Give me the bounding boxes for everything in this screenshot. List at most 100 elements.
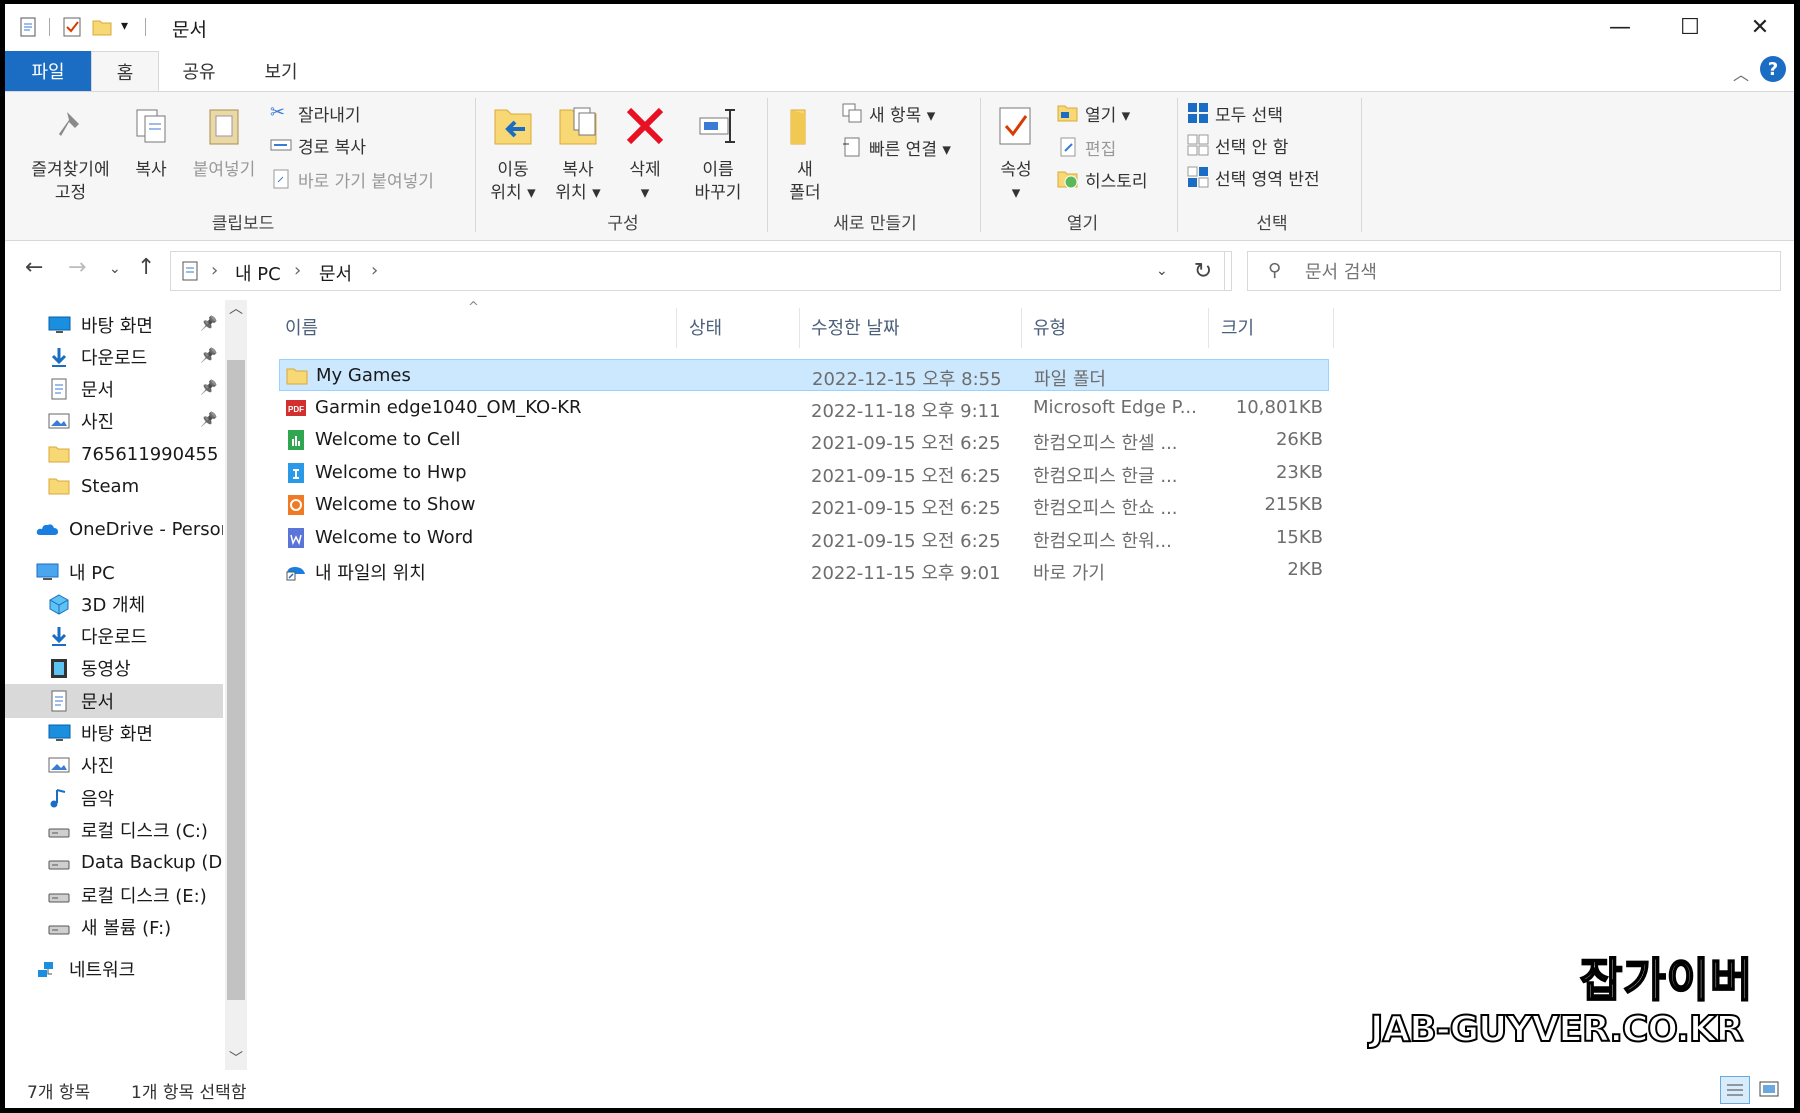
file-row[interactable]: Welcome to Hwp 2021-09-15 오전 6:25 한컴오피스 한글… bbox=[279, 457, 1329, 489]
nav-item-document[interactable]: 문서 bbox=[47, 372, 223, 406]
address-bar[interactable]: › 내 PC › 문서 › ⌄ bbox=[170, 251, 1225, 291]
pin-icon[interactable]: 📌 bbox=[200, 380, 217, 396]
paste-button[interactable]: 붙여넣기 bbox=[183, 104, 265, 182]
nav-item-pc[interactable]: 내 PC bbox=[35, 555, 223, 589]
copy-to-button[interactable]: 복사 위치 ▾ bbox=[547, 104, 609, 205]
breadcrumb-separator-icon[interactable]: › bbox=[371, 260, 378, 281]
nav-item-drive[interactable]: 로컬 디스크 (E:) bbox=[47, 878, 223, 912]
nav-item-label: Data Backup (D:) bbox=[81, 851, 223, 873]
paste-shortcut-button[interactable]: 바로 가기 붙여넣기 bbox=[270, 166, 434, 192]
rename-button[interactable]: 이름 바꾸기 bbox=[685, 104, 751, 205]
file-row[interactable]: My Games 2022-12-15 오후 8:55 파일 폴더 bbox=[279, 359, 1329, 391]
large-icons-view-icon[interactable] bbox=[1755, 1076, 1785, 1104]
nav-item-download[interactable]: 다운로드 bbox=[47, 340, 223, 374]
new-folder-icon[interactable] bbox=[91, 16, 113, 38]
new-folder-button[interactable]: 새 폴더 bbox=[775, 104, 835, 205]
new-item-button[interactable]: 새 항목 ▾ bbox=[841, 100, 935, 126]
nav-item-download[interactable]: 다운로드 bbox=[47, 619, 223, 653]
column-divider[interactable] bbox=[676, 308, 677, 348]
nav-item-music[interactable]: 음악 bbox=[47, 781, 223, 815]
quick-access-dropdown-icon[interactable]: ▾ bbox=[121, 18, 143, 40]
nav-item-label: 사진 bbox=[81, 756, 115, 777]
column-header-modified[interactable]: 수정한 날짜 bbox=[811, 314, 900, 340]
download-icon bbox=[51, 627, 67, 646]
nav-item-drive[interactable]: 새 볼륨 (F:) bbox=[47, 910, 223, 944]
column-header-size[interactable]: 크기 bbox=[1221, 314, 1254, 340]
tab-home[interactable]: 홈 bbox=[91, 51, 159, 92]
navigation-pane-scrollbar[interactable]: ︿ ﹀ bbox=[225, 300, 247, 1070]
back-arrow-icon[interactable]: ← bbox=[25, 255, 43, 280]
recent-locations-chevron-icon[interactable]: ⌄ bbox=[109, 261, 121, 277]
column-divider[interactable] bbox=[1333, 308, 1334, 348]
breadcrumb-my-pc[interactable]: 내 PC bbox=[235, 260, 281, 286]
select-none-button[interactable]: 선택 안 함 bbox=[1187, 132, 1288, 158]
file-row[interactable]: 내 파일의 위치 2022-11-15 오후 9:01 바로 가기 2KB bbox=[279, 554, 1329, 586]
search-box[interactable]: ⚲ bbox=[1247, 251, 1781, 291]
column-header-type[interactable]: 유형 bbox=[1033, 314, 1066, 340]
pin-icon[interactable]: 📌 bbox=[200, 316, 217, 332]
nav-item-desktop[interactable]: 바탕 화면 bbox=[47, 716, 223, 750]
pin-icon[interactable]: 📌 bbox=[200, 348, 217, 364]
column-header-status[interactable]: 상태 bbox=[689, 314, 722, 340]
copy-button[interactable]: 복사 bbox=[123, 104, 179, 182]
file-row[interactable]: Welcome to Cell 2021-09-15 오전 6:25 한컴오피스 한… bbox=[279, 424, 1329, 456]
nav-item-label: Steam bbox=[81, 475, 140, 497]
pin-to-quick-access-button[interactable]: 즐겨찾기에 고정 bbox=[13, 104, 128, 205]
properties-button[interactable]: 속성 ▾ bbox=[990, 104, 1042, 205]
nav-item-onedrive[interactable]: OneDrive - Personal bbox=[35, 512, 223, 546]
tab-share[interactable]: 공유 bbox=[159, 51, 239, 91]
nav-item-desktop[interactable]: 바탕 화면 bbox=[47, 308, 223, 342]
pin-icon[interactable]: 📌 bbox=[200, 412, 217, 428]
file-name: Welcome to Cell bbox=[315, 429, 461, 450]
move-to-button[interactable]: 이동 위치 ▾ bbox=[483, 104, 543, 205]
column-divider[interactable] bbox=[1208, 308, 1209, 348]
properties-check-icon[interactable] bbox=[61, 16, 83, 38]
maximize-button[interactable]: ☐ bbox=[1655, 4, 1725, 50]
nav-item-video[interactable]: 동영상 bbox=[47, 651, 223, 685]
breadcrumb-separator-icon[interactable]: › bbox=[294, 260, 301, 281]
file-row[interactable]: Welcome to Word 2021-09-15 오전 6:25 한컴오피스 한… bbox=[279, 522, 1329, 554]
delete-x-icon bbox=[626, 107, 664, 145]
easy-access-button[interactable]: 빠른 연결 ▾ bbox=[841, 134, 951, 160]
search-input[interactable] bbox=[1303, 258, 1767, 286]
nav-item-folder[interactable]: Steam bbox=[47, 469, 223, 503]
select-all-button[interactable]: 모두 선택 bbox=[1187, 100, 1283, 126]
nav-item-drive[interactable]: Data Backup (D:) bbox=[47, 845, 223, 879]
column-divider[interactable] bbox=[799, 308, 800, 348]
nav-item-drive[interactable]: 로컬 디스크 (C:) bbox=[47, 813, 223, 847]
refresh-icon[interactable]: ↻ bbox=[1175, 251, 1232, 291]
address-dropdown-chevron-icon[interactable]: ⌄ bbox=[1156, 263, 1168, 279]
scroll-up-arrow-icon[interactable]: ︿ bbox=[229, 298, 243, 318]
column-divider[interactable] bbox=[1021, 308, 1022, 348]
details-view-icon[interactable] bbox=[1720, 1076, 1750, 1104]
file-row[interactable]: PDF Garmin edge1040_OM_KO-KR 2022-11-18 오후… bbox=[279, 392, 1329, 424]
collapse-ribbon-icon[interactable]: ︿ bbox=[1733, 61, 1749, 85]
nav-item-document[interactable]: 문서 bbox=[5, 684, 223, 718]
minimize-button[interactable]: — bbox=[1585, 4, 1655, 50]
file-row[interactable]: Welcome to Show 2021-09-15 오전 6:25 한컴오피스 한… bbox=[279, 489, 1329, 521]
tab-view[interactable]: 보기 bbox=[239, 51, 323, 91]
column-header-name[interactable]: 이름 bbox=[285, 314, 318, 340]
nav-item-folder[interactable]: 765611990455 bbox=[47, 437, 223, 471]
invert-selection-button[interactable]: 선택 영역 반전 bbox=[1187, 164, 1320, 190]
breadcrumb-separator-icon[interactable]: › bbox=[211, 260, 218, 281]
up-arrow-icon[interactable]: ↑ bbox=[137, 255, 155, 280]
scroll-down-arrow-icon[interactable]: ﹀ bbox=[229, 1048, 243, 1068]
nav-item-network[interactable]: 네트워크 bbox=[35, 952, 223, 986]
document-icon[interactable] bbox=[17, 16, 39, 38]
nav-item-picture[interactable]: 사진 bbox=[47, 748, 223, 782]
edit-button[interactable]: 편집 bbox=[1057, 134, 1116, 160]
nav-item-picture[interactable]: 사진 bbox=[47, 404, 223, 438]
nav-item-3d-objects[interactable]: 3D 개체 bbox=[47, 587, 223, 621]
tab-file[interactable]: 파일 bbox=[5, 51, 91, 91]
history-button[interactable]: 히스토리 bbox=[1057, 166, 1148, 192]
cut-button[interactable]: ✂ 잘라내기 bbox=[270, 100, 361, 126]
copy-path-button[interactable]: 경로 복사 bbox=[270, 132, 366, 158]
help-icon[interactable]: ? bbox=[1760, 56, 1786, 82]
open-button[interactable]: 열기 ▾ bbox=[1057, 100, 1130, 126]
scrollbar-thumb[interactable] bbox=[227, 360, 245, 1000]
forward-arrow-icon[interactable]: → bbox=[68, 255, 86, 280]
delete-button[interactable]: 삭제 ▾ bbox=[619, 104, 671, 205]
breadcrumb-documents[interactable]: 문서 bbox=[319, 260, 352, 286]
close-button[interactable]: ✕ bbox=[1725, 4, 1794, 50]
